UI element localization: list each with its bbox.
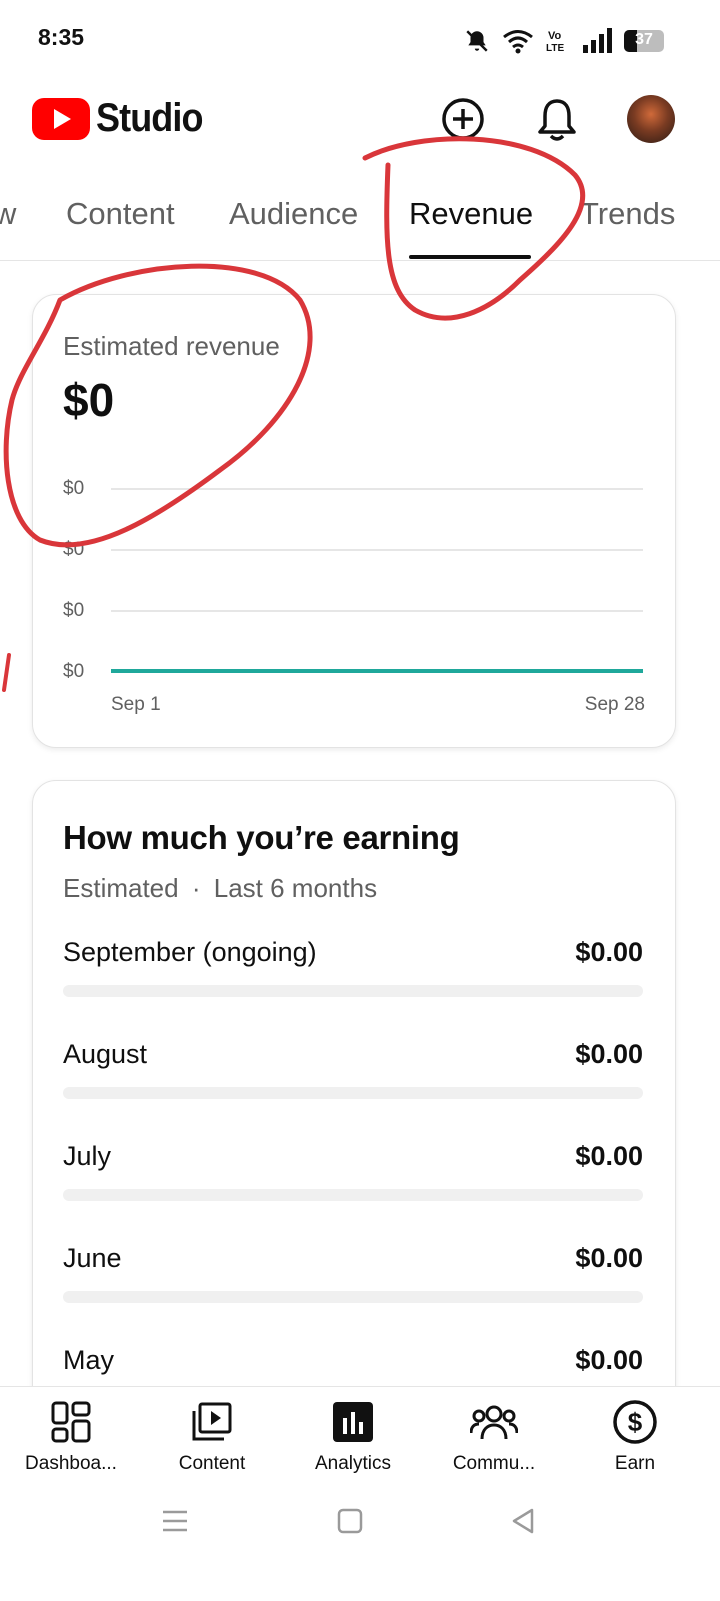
nav-label: Analytics	[314, 1453, 392, 1474]
month-value: $0.00	[575, 1345, 643, 1375]
earnings-card[interactable]: How much you’re earning Estimated · Last…	[32, 780, 676, 1482]
nav-analytics[interactable]: Analytics	[288, 1397, 418, 1475]
month-bar	[63, 1189, 643, 1201]
tab-overview[interactable]: w	[0, 196, 16, 232]
tab-revenue[interactable]: Revenue	[409, 196, 533, 232]
tab-trends[interactable]: Trends	[580, 196, 675, 232]
month-value: $0.00	[575, 1039, 643, 1069]
nav-label: Dashboa...	[25, 1453, 117, 1474]
earnings-title: How much you’re earning	[63, 819, 460, 856]
active-tab-indicator	[409, 255, 531, 259]
nav-label: Commu...	[452, 1453, 536, 1474]
month-label: June	[63, 1243, 122, 1273]
card-label: Estimated revenue	[63, 331, 280, 361]
status-time: 8:35	[38, 24, 85, 50]
battery-level: 37	[635, 31, 653, 48]
estimated-revenue-card[interactable]: Estimated revenue $0 $0 $0 $0 $0 Sep 1 S…	[32, 294, 676, 748]
tab-audience[interactable]: Audience	[229, 196, 358, 232]
add-circle-icon	[442, 98, 484, 140]
status-icons: Vo LTE 37	[464, 24, 664, 58]
y-tick-label: $0	[63, 539, 85, 560]
system-menu-button[interactable]	[160, 1506, 190, 1541]
nav-community[interactable]: Commu...	[429, 1397, 559, 1475]
month-bar	[63, 1087, 643, 1099]
y-tick-label: $0	[63, 661, 85, 682]
youtube-play-icon	[32, 97, 90, 140]
account-avatar[interactable]	[627, 95, 675, 143]
nav-content[interactable]: Content	[147, 1397, 277, 1475]
month-label: July	[63, 1141, 112, 1171]
menu-icon	[163, 1510, 187, 1532]
home-square-icon	[337, 1508, 363, 1534]
subtitle-separator: ·	[191, 873, 201, 903]
gridline	[111, 488, 643, 490]
signal-icon	[583, 28, 612, 53]
create-button[interactable]	[438, 94, 488, 144]
subtitle-estimated: Estimated	[63, 873, 179, 903]
youtube-studio-logo[interactable]: Studio	[32, 96, 214, 141]
mute-icon	[466, 30, 488, 52]
dashboard-icon	[6, 1397, 136, 1447]
month-value: $0.00	[575, 1243, 643, 1273]
month-label: September (ongoing)	[63, 937, 317, 967]
gridline	[111, 610, 643, 612]
bottom-navigation: Dashboa... Content Analytics Commu... $ …	[0, 1386, 720, 1601]
system-back-button[interactable]	[508, 1506, 538, 1541]
earnings-subtitle: Estimated · Last 6 months	[63, 873, 377, 904]
analytics-icon	[288, 1397, 418, 1447]
subtitle-period: Last 6 months	[213, 873, 378, 903]
analytics-tabs: w Content Audience Revenue Trends	[0, 190, 720, 261]
wifi-icon	[503, 30, 533, 54]
month-value: $0.00	[575, 1141, 643, 1171]
svg-text:Vo: Vo	[548, 30, 562, 42]
content-icon	[147, 1397, 277, 1447]
svg-text:$: $	[628, 1407, 643, 1437]
nav-earn[interactable]: $ Earn	[570, 1397, 700, 1475]
nav-label: Content	[178, 1453, 246, 1474]
month-label: August	[63, 1039, 148, 1069]
nav-label: Earn	[614, 1453, 656, 1474]
series-line-svg	[111, 669, 643, 673]
nav-dashboard[interactable]: Dashboa...	[6, 1397, 136, 1475]
svg-text:LTE: LTE	[546, 43, 564, 54]
revenue-value: $0	[63, 374, 115, 426]
month-value: $0.00	[575, 937, 643, 967]
notifications-button[interactable]	[532, 94, 582, 144]
battery-icon: 37	[624, 30, 664, 52]
y-tick-label: $0	[63, 600, 85, 621]
x-tick-label-end: Sep 28	[584, 694, 645, 715]
x-tick-label-start: Sep 1	[111, 694, 161, 715]
system-home-button[interactable]	[335, 1506, 365, 1541]
bell-icon	[538, 99, 576, 141]
month-bar	[63, 985, 643, 997]
tab-content[interactable]: Content	[66, 196, 175, 232]
earn-icon: $	[570, 1397, 700, 1447]
volte-icon: Vo LTE	[546, 30, 564, 54]
month-label: May	[63, 1345, 115, 1375]
community-icon	[429, 1397, 559, 1447]
month-bar	[63, 1291, 643, 1303]
gridline	[111, 549, 643, 551]
y-tick-label: $0	[63, 478, 85, 499]
app-name: Studio	[96, 96, 203, 140]
back-triangle-icon	[512, 1508, 534, 1534]
annotation-stroke-left	[2, 653, 11, 692]
